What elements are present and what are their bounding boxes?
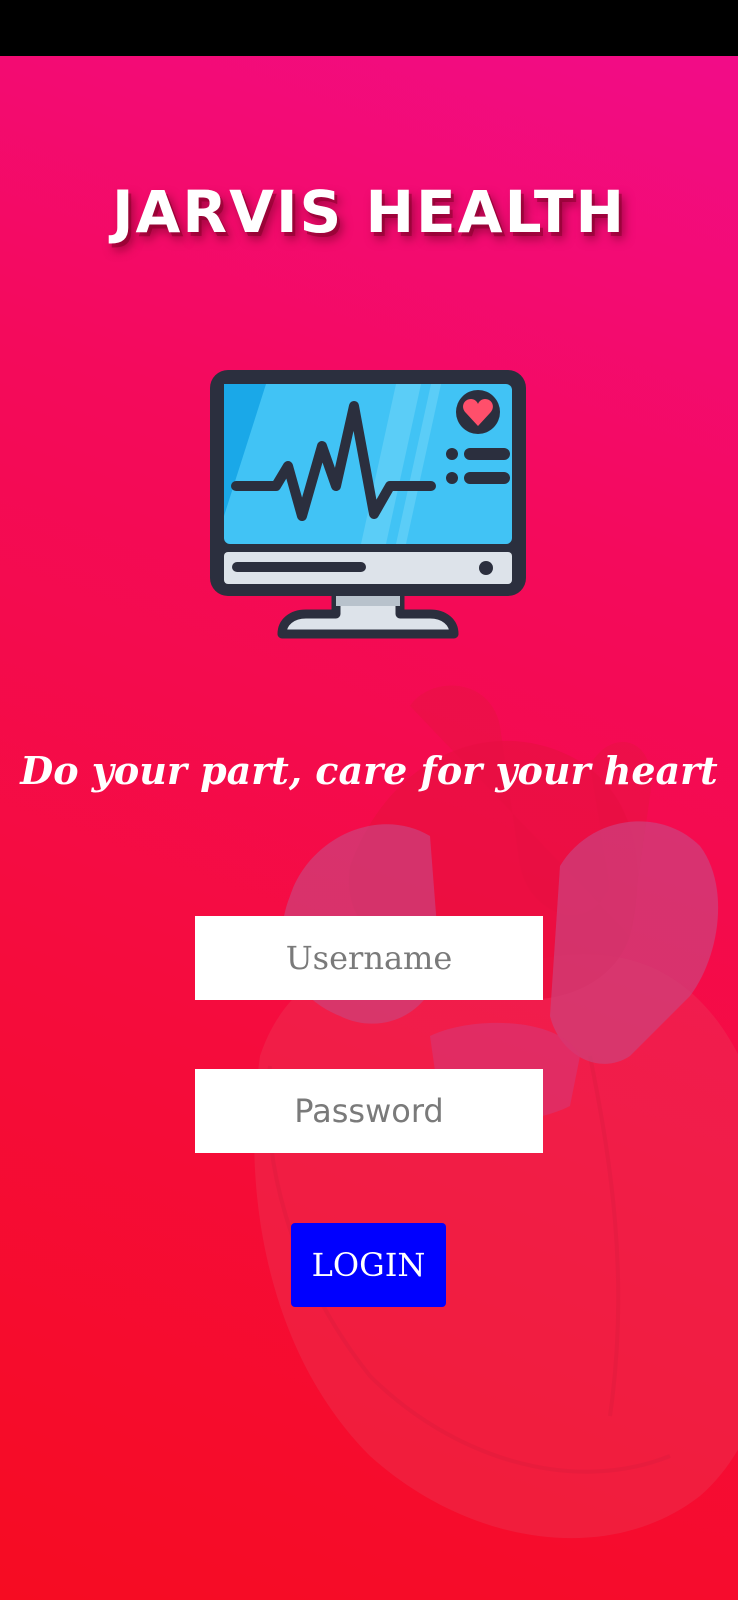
tagline: Do your part, care for your heart	[20, 748, 718, 793]
app-title: JARVIS HEALTH	[111, 178, 627, 246]
heart-monitor-icon	[210, 370, 526, 639]
username-input[interactable]	[195, 916, 543, 1000]
password-input[interactable]	[195, 1069, 543, 1153]
status-bar	[0, 0, 738, 56]
login-button[interactable]: LOGIN	[291, 1223, 446, 1307]
login-screen: JARVIS HEALTH Do your part, care for you…	[0, 56, 738, 1600]
